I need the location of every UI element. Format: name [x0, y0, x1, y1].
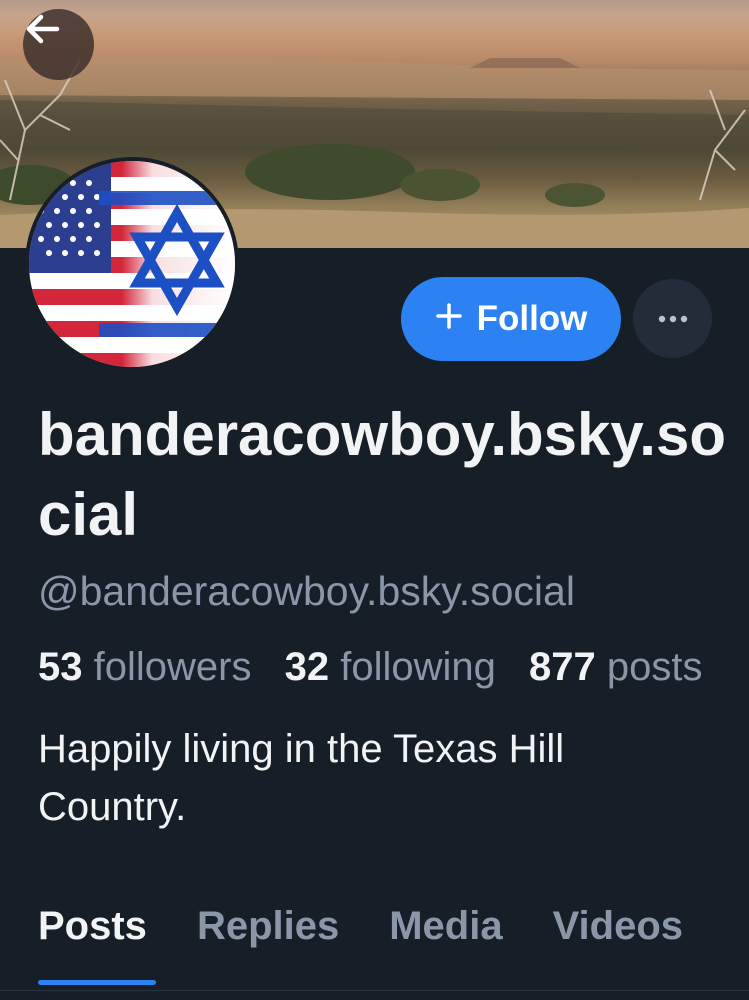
tab-videos[interactable]: Videos	[553, 900, 683, 952]
tabs-divider	[0, 990, 749, 991]
following-count: 32	[284, 645, 330, 689]
american-israeli-flag-avatar	[29, 161, 235, 367]
followers-label: followers	[93, 645, 252, 689]
profile-handle: @banderacowboy.bsky.social	[38, 568, 575, 614]
following-stat[interactable]: 32 following	[285, 645, 496, 689]
tab-replies[interactable]: Replies	[197, 900, 339, 952]
plus-icon	[435, 299, 463, 339]
profile-stats: 53 followers 32 following 877 posts	[38, 642, 724, 692]
followers-count: 53	[38, 645, 83, 689]
follow-label: Follow	[476, 299, 588, 338]
posts-stat: 877 posts	[529, 645, 702, 689]
ellipsis-icon	[658, 310, 688, 328]
back-button[interactable]	[23, 9, 94, 80]
profile-bio: Happily living in the Texas Hill Country…	[38, 727, 565, 829]
avatar[interactable]	[25, 157, 239, 371]
profile-tabs: Posts Replies Media Videos	[38, 900, 683, 952]
tab-posts[interactable]: Posts	[38, 900, 147, 952]
posts-count: 877	[529, 645, 596, 689]
follow-button[interactable]: Follow	[401, 277, 621, 361]
posts-label: posts	[606, 645, 703, 689]
active-tab-indicator	[38, 980, 156, 985]
more-options-button[interactable]	[633, 279, 712, 358]
followers-stat[interactable]: 53 followers	[38, 645, 251, 689]
tab-media[interactable]: Media	[389, 900, 502, 952]
display-name: banderacowboy.bsky.social	[38, 401, 726, 548]
following-label: following	[340, 645, 496, 689]
